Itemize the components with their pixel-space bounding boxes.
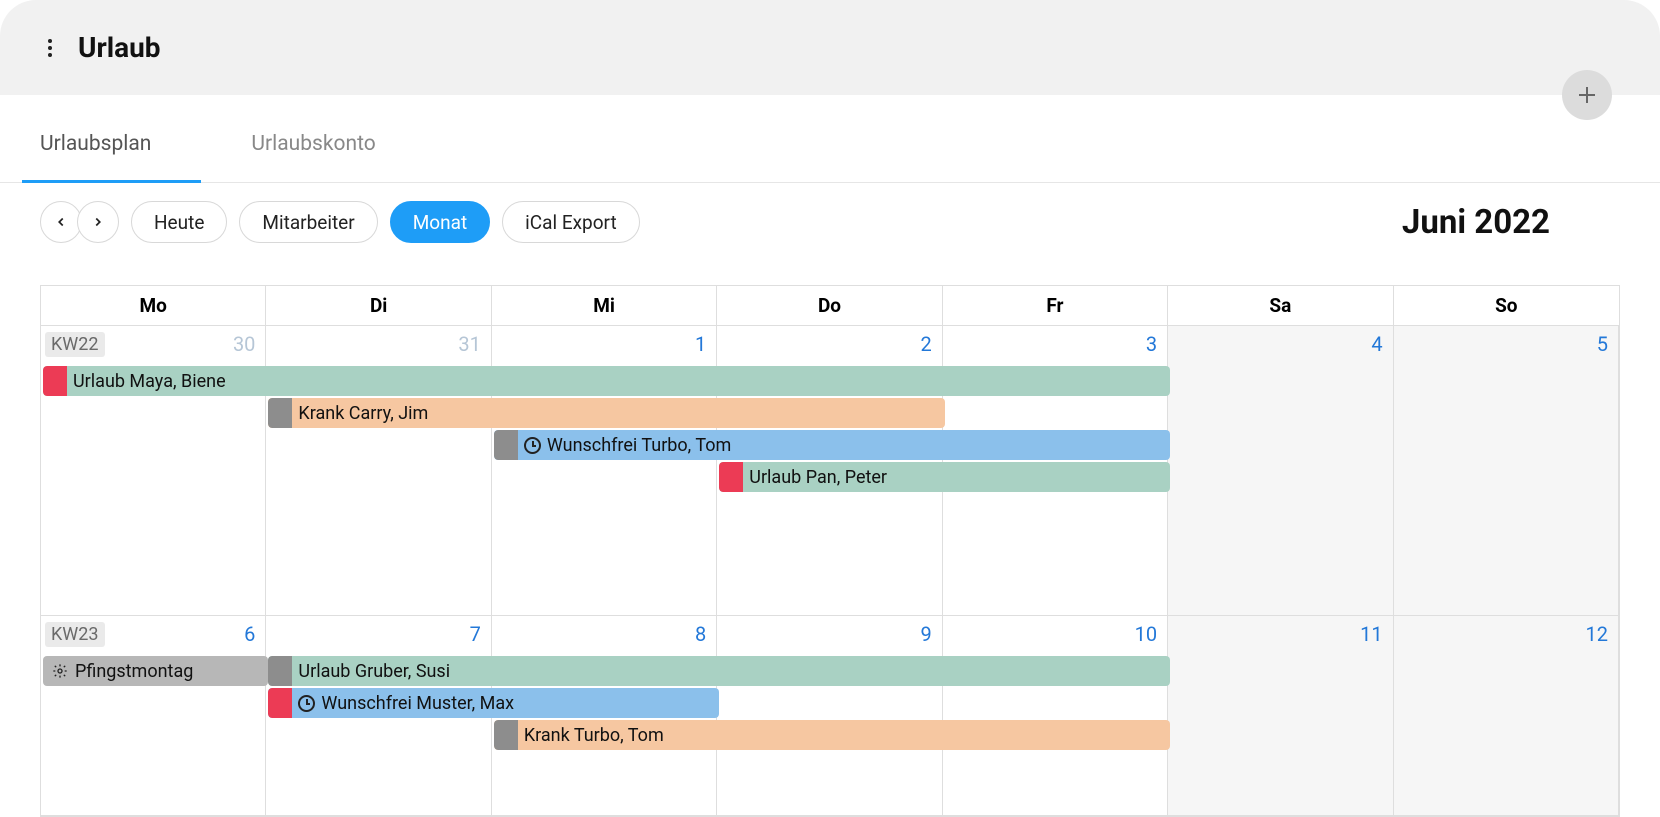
day-number: 1 — [695, 332, 706, 356]
next-month-button[interactable] — [77, 201, 119, 243]
weekday-header: Sa — [1168, 286, 1393, 325]
chevron-left-icon — [54, 215, 68, 229]
weekday-header: Mi — [492, 286, 717, 325]
week-number-label: KW22 — [45, 332, 105, 357]
toolbar: Heute Mitarbeiter Monat iCal Export Juni… — [0, 183, 1660, 261]
add-button[interactable] — [1562, 70, 1612, 120]
calendar-event[interactable]: Wunschfrei Muster, Max — [268, 688, 719, 718]
day-number: 30 — [233, 332, 255, 356]
day-number: 11 — [1360, 622, 1382, 646]
tab-urlaubsplan[interactable]: Urlaubsplan — [40, 104, 151, 182]
calendar: MoDiMiDoFrSaSo KW22303112345Urlaub Maya,… — [40, 285, 1620, 817]
event-category-stripe — [268, 656, 292, 686]
event-category-stripe — [268, 398, 292, 428]
employees-button[interactable]: Mitarbeiter — [239, 201, 377, 243]
day-number: 4 — [1371, 332, 1382, 356]
calendar-week-row: KW23 6 7 8 9 10 11 12 Pfingstmontag Urlaub Gruber… — [41, 616, 1619, 816]
event-category-stripe — [268, 688, 292, 718]
calendar-day-cell[interactable]: 5 — [1394, 326, 1619, 616]
page-title: Urlaub — [78, 31, 161, 64]
weekday-header: Mo — [41, 286, 266, 325]
weekday-header: So — [1394, 286, 1619, 325]
calendar-event[interactable]: Wunschfrei Turbo, Tom — [494, 430, 1170, 460]
event-label: Pfingstmontag — [75, 661, 193, 682]
calendar-day-cell[interactable]: 12 — [1394, 616, 1619, 816]
tabs: Urlaubsplan Urlaubskonto — [0, 95, 1660, 183]
event-label: Urlaub Pan, Peter — [749, 467, 887, 488]
event-category-stripe — [494, 430, 518, 460]
calendar-day-cell[interactable]: 11 — [1168, 616, 1393, 816]
calendar-event[interactable]: Krank Carry, Jim — [268, 398, 944, 428]
calendar-body: KW22303112345Urlaub Maya, BieneKrank Car… — [41, 326, 1619, 816]
more-vertical-icon[interactable] — [40, 38, 60, 58]
week-number-label: KW23 — [45, 622, 105, 647]
calendar-day-cell[interactable]: 4 — [1168, 326, 1393, 616]
weekday-header: Fr — [943, 286, 1168, 325]
month-view-button[interactable]: Monat — [390, 201, 490, 243]
event-label: Krank Carry, Jim — [298, 403, 428, 424]
day-number: 31 — [458, 332, 480, 356]
event-category-stripe — [494, 720, 518, 750]
event-label: Wunschfrei Turbo, Tom — [547, 435, 731, 456]
day-number: 7 — [470, 622, 481, 646]
day-number: 3 — [1146, 332, 1157, 356]
today-button[interactable]: Heute — [131, 201, 227, 243]
calendar-event[interactable]: Urlaub Gruber, Susi — [268, 656, 1170, 686]
plus-icon — [1575, 83, 1599, 107]
day-number: 12 — [1586, 622, 1608, 646]
event-label: Urlaub Gruber, Susi — [298, 661, 450, 682]
current-month-label: Juni 2022 — [1402, 203, 1620, 242]
tab-urlaubskonto[interactable]: Urlaubskonto — [251, 104, 375, 182]
calendar-event[interactable]: Pfingstmontag — [43, 656, 268, 686]
prev-month-button[interactable] — [40, 201, 82, 243]
calendar-event[interactable]: Urlaub Maya, Biene — [43, 366, 1170, 396]
calendar-header-row: MoDiMiDoFrSaSo — [41, 286, 1619, 326]
weekday-header: Do — [717, 286, 942, 325]
gear-icon — [51, 662, 69, 680]
calendar-event[interactable]: Krank Turbo, Tom — [494, 720, 1170, 750]
day-number: 2 — [920, 332, 931, 356]
day-number: 6 — [244, 622, 255, 646]
ical-export-button[interactable]: iCal Export — [502, 201, 640, 243]
app-header: Urlaub — [0, 0, 1660, 95]
calendar-week-row: KW22 30 31 1 2 3 4 5 Urlaub Maya, Biene Krank Car… — [41, 326, 1619, 616]
event-category-stripe — [43, 366, 67, 396]
month-nav — [40, 201, 119, 243]
calendar-day-cell[interactable]: 9 — [717, 616, 942, 816]
event-category-stripe — [719, 462, 743, 492]
chevron-right-icon — [91, 215, 105, 229]
day-number: 9 — [920, 622, 931, 646]
event-label: Wunschfrei Muster, Max — [321, 693, 514, 714]
calendar-day-cell[interactable]: 10 — [943, 616, 1168, 816]
event-label: Krank Turbo, Tom — [524, 725, 664, 746]
clock-icon — [524, 437, 541, 454]
day-number: 5 — [1597, 332, 1608, 356]
clock-icon — [298, 695, 315, 712]
day-number: 8 — [695, 622, 706, 646]
weekday-header: Di — [266, 286, 491, 325]
day-number: 10 — [1135, 622, 1157, 646]
event-label: Urlaub Maya, Biene — [73, 371, 226, 392]
calendar-event[interactable]: Urlaub Pan, Peter — [719, 462, 1170, 492]
calendar-day-cell[interactable]: KW23 6 — [41, 616, 266, 816]
